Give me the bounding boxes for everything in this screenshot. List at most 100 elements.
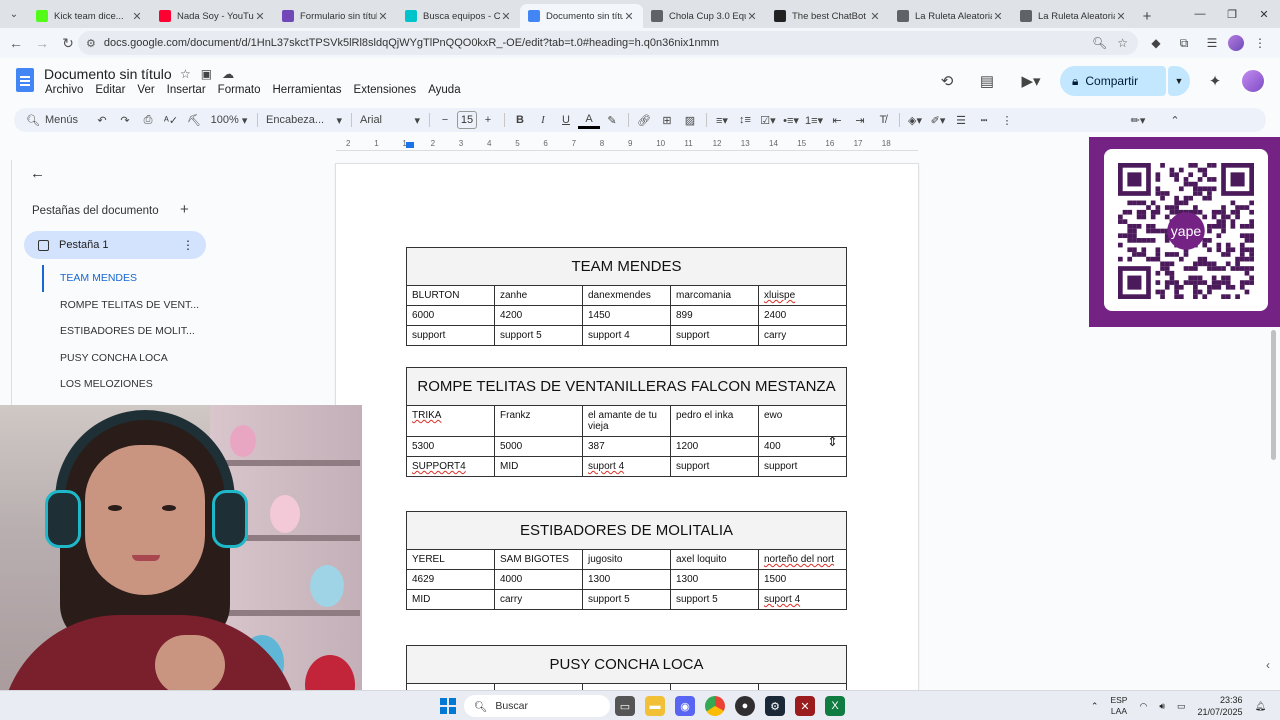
font-family-select[interactable]: Arial ▾ — [356, 109, 424, 131]
close-tab-icon[interactable]: ✕ — [623, 10, 635, 23]
border-width-icon[interactable]: ☰ — [950, 109, 972, 131]
align-icon[interactable]: ≡▾ — [711, 109, 733, 131]
border-color-icon[interactable]: ✐▾ — [927, 109, 949, 131]
account-avatar[interactable] — [1240, 68, 1266, 94]
taskbar-search[interactable]: 🔍︎ Buscar — [464, 695, 610, 717]
table-cell[interactable]: support — [670, 325, 759, 346]
team-name-cell[interactable]: PUSY CONCHA LOCA — [406, 645, 847, 684]
scrollbar-thumb[interactable] — [1271, 330, 1276, 460]
browser-menu-icon[interactable]: ⋮ — [1248, 31, 1272, 55]
clear-formatting-icon[interactable]: T̸ — [872, 109, 894, 131]
menu-item[interactable]: Insertar — [167, 84, 206, 96]
table-cell[interactable]: 1450 — [582, 305, 671, 326]
address-bar[interactable]: ⚙ docs.google.com/document/d/1HnL37skctT… — [78, 31, 1138, 55]
table-cell[interactable]: 5000 — [494, 436, 583, 457]
outline-heading[interactable]: ESTIBADORES DE MOLIT... — [42, 318, 212, 345]
team-table[interactable]: ROMPE TELITAS DE VENTANILLERAS FALCON ME… — [406, 367, 847, 477]
file-explorer-icon[interactable]: ▬ — [645, 696, 665, 716]
input-language[interactable]: ESP LAA — [1110, 695, 1127, 717]
table-cell[interactable]: TRIKA — [406, 405, 495, 437]
tab-search-chevron-icon[interactable]: ⌄ — [0, 0, 28, 28]
close-tab-icon[interactable]: ✕ — [500, 10, 512, 23]
table-cell[interactable]: ewo — [758, 405, 847, 437]
system-clock[interactable]: 23:36 21/07/2025 — [1198, 694, 1243, 718]
underline-icon[interactable]: U — [555, 109, 577, 131]
checklist-icon[interactable]: ☑▾ — [757, 109, 779, 131]
share-dropdown-chevron-icon[interactable]: ▼ — [1168, 66, 1190, 96]
table-cell[interactable]: zanhe — [494, 285, 583, 306]
bookmark-star-icon[interactable]: ☆ — [1117, 36, 1128, 50]
zoom-select[interactable]: 100% ▾ — [206, 109, 252, 131]
share-button[interactable]: 🔒︎ Compartir — [1060, 66, 1166, 96]
forward-icon[interactable]: → — [30, 31, 54, 55]
numbered-list-icon[interactable]: 1≡▾ — [803, 109, 825, 131]
notifications-icon[interactable]: 🔔︎ — [1255, 701, 1266, 712]
browser-tab[interactable]: La Ruleta Aleatoria ✕ — [1012, 4, 1135, 28]
close-tab-icon[interactable]: ✕ — [377, 10, 389, 23]
site-info-icon[interactable]: ⚙ — [86, 37, 96, 50]
volume-icon[interactable]: 🔊︎ — [1159, 701, 1165, 712]
browser-tab[interactable]: Busca equipos - Canva✕ — [397, 4, 520, 28]
table-cell[interactable]: xluispe — [758, 285, 847, 306]
tab-options-icon[interactable]: ⋮ — [182, 238, 194, 252]
table-cell[interactable]: support — [758, 456, 847, 477]
insert-image-icon[interactable]: ▨ — [679, 109, 701, 131]
table-cell[interactable]: jugosito — [582, 549, 671, 570]
table-cell[interactable]: 1200 — [670, 436, 759, 457]
close-tab-icon[interactable]: ✕ — [869, 10, 881, 23]
font-size-input[interactable]: 15 — [457, 111, 477, 129]
table-cell[interactable]: 4200 — [494, 305, 583, 326]
table-cell[interactable]: SAM BIGOTES — [494, 549, 583, 570]
table-cell[interactable]: support — [670, 456, 759, 477]
team-name-cell[interactable]: ESTIBADORES DE MOLITALIA — [406, 511, 847, 550]
add-comment-icon[interactable]: ⊞ — [656, 109, 678, 131]
table-cell[interactable]: support 5 — [582, 589, 671, 610]
browser-tab[interactable]: Formulario sin título ✕ — [274, 4, 397, 28]
capcut-icon[interactable]: ✕ — [795, 696, 815, 716]
table-cell[interactable]: support 5 — [670, 589, 759, 610]
table-cell[interactable]: 1500 — [758, 569, 847, 590]
table-cell[interactable]: suport 4 — [582, 456, 671, 477]
table-cell[interactable]: 4629 — [406, 569, 495, 590]
close-window-icon[interactable]: ✕ — [1248, 0, 1280, 28]
table-cell[interactable]: 387 — [582, 436, 671, 457]
table-cell[interactable]: pedro el inka — [670, 405, 759, 437]
close-tab-icon[interactable]: ✕ — [746, 10, 758, 23]
highlight-icon[interactable]: ✎ — [601, 109, 623, 131]
line-spacing-icon[interactable]: ↕≡ — [734, 109, 756, 131]
obs-icon[interactable]: ● — [735, 696, 755, 716]
insert-link-icon[interactable]: 🔗︎ — [633, 109, 655, 131]
start-windows-icon[interactable] — [440, 698, 456, 714]
table-cell[interactable]: 5300 — [406, 436, 495, 457]
increase-font-size-icon[interactable]: + — [477, 109, 499, 131]
table-cell[interactable]: 2400 — [758, 305, 847, 326]
extension-diamond-icon[interactable]: ◆ — [1144, 31, 1168, 55]
team-table[interactable]: TEAM MENDES BLURTON zanhe danexmendes marcom… — [406, 247, 847, 346]
table-cell[interactable]: support 4 — [582, 325, 671, 346]
table-cell[interactable]: el amante de tu vieja — [582, 405, 671, 437]
outline-heading[interactable]: ROMPE TELITAS DE VENT... — [42, 292, 212, 319]
table-cell[interactable]: marcomania — [670, 285, 759, 306]
side-panel-expand-icon[interactable]: ‹ — [1266, 658, 1270, 672]
more-options-icon[interactable]: ⋮ — [996, 109, 1018, 131]
table-cell[interactable]: 1300 — [670, 569, 759, 590]
menu-item[interactable]: Formato — [218, 84, 261, 96]
paint-format-icon[interactable]: ⛏ — [183, 109, 205, 131]
undo-icon[interactable]: ↶ — [91, 109, 113, 131]
bold-icon[interactable]: B — [509, 109, 531, 131]
vertical-ruler[interactable] — [0, 160, 12, 410]
excel-icon[interactable]: X — [825, 696, 845, 716]
gemini-sparkle-icon[interactable]: ✦ — [1200, 66, 1230, 96]
menu-item[interactable]: Herramientas — [273, 84, 342, 96]
browser-tab[interactable]: Nada Soy - YouTube✕ — [151, 4, 274, 28]
document-page[interactable]: TEAM MENDES BLURTON zanhe danexmendes marcom… — [335, 163, 919, 693]
minimize-icon[interactable]: — — [1184, 0, 1216, 28]
meet-video-icon[interactable]: ▶▾ — [1012, 66, 1050, 96]
table-cell[interactable]: norteño del nort — [758, 549, 847, 570]
table-cell[interactable]: suport 4 — [758, 589, 847, 610]
outline-heading[interactable]: TEAM MENDES — [42, 265, 212, 292]
show-hidden-icons-icon[interactable]: ⌃ — [1091, 701, 1099, 712]
outline-heading[interactable]: PUSY CONCHA LOCA — [42, 345, 212, 372]
table-cell[interactable]: axel loquito — [670, 549, 759, 570]
reading-list-icon[interactable]: ☰ — [1200, 31, 1224, 55]
